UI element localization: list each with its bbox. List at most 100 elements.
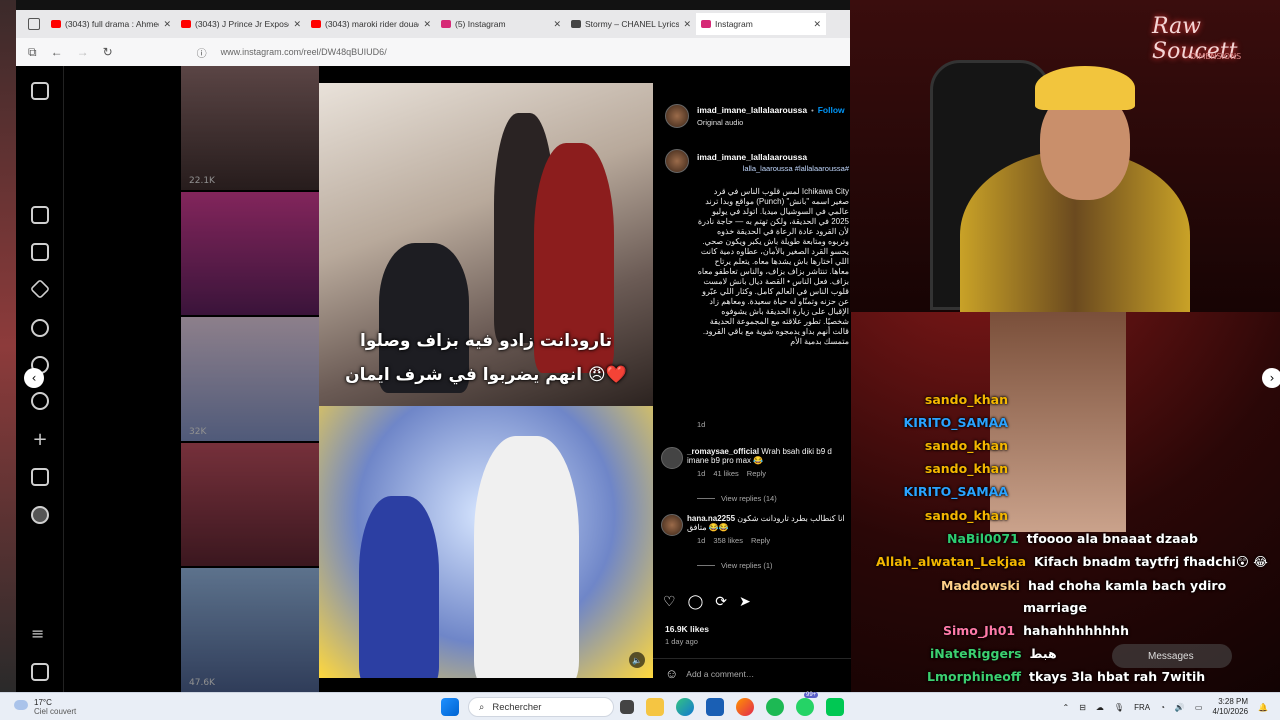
site-info-icon[interactable]: ⓘ (197, 45, 207, 60)
emoji-icon[interactable]: ☺ (665, 666, 678, 681)
browser-tab[interactable]: (3043) J Prince Jr Exposed ✕ (176, 13, 306, 35)
next-arrow-icon[interactable]: › (1262, 368, 1280, 388)
reply-button[interactable]: Reply (747, 469, 766, 478)
tab-bar: (3043) full drama : Ahmed ✕ (3043) J Prin… (16, 10, 851, 38)
direct-messages-icon[interactable] (29, 278, 51, 300)
audio-label[interactable]: Original audio (697, 118, 743, 127)
close-tab-icon[interactable]: ✕ (683, 19, 691, 30)
firefox-icon[interactable] (736, 698, 754, 716)
network-icon[interactable]: ⊟ (1079, 703, 1086, 712)
more-menu-icon[interactable]: ≡ (31, 626, 49, 644)
commenter-avatar[interactable] (661, 514, 683, 536)
url-field[interactable]: www.instagram.com/reel/DW48qBUIUD6/ (221, 47, 387, 57)
mute-icon[interactable]: 🔈 (629, 652, 645, 668)
clock-time: 3:28 PM (1218, 697, 1249, 706)
reload-icon[interactable]: ↻ (103, 45, 113, 59)
browser-tab[interactable]: (5) Instagram ✕ (436, 13, 566, 35)
clock[interactable]: 3:28 PM 4/10/2026 (1212, 697, 1248, 717)
post-actions: ♡ ◯ ⟳ ➤ (663, 593, 751, 610)
browser-tab-active[interactable]: Instagram ✕ (696, 13, 826, 35)
battery-icon[interactable]: ▭ (1195, 703, 1203, 712)
spotify-icon[interactable] (766, 698, 784, 716)
author-username[interactable]: imad_imane_lallalaaroussa (697, 105, 807, 115)
chat-message: sando_khan (925, 461, 1016, 476)
browser-tab[interactable]: Stormy – CHANEL Lyrics | ✕ (566, 13, 696, 35)
author-avatar[interactable] (665, 104, 689, 128)
add-comment-input[interactable]: Add a comment… (686, 669, 754, 679)
comment-icon[interactable]: ◯ (688, 593, 704, 610)
follow-button[interactable]: Follow (818, 105, 845, 115)
whatsapp-icon[interactable]: 99+ (796, 692, 819, 716)
back-icon[interactable]: ← (51, 45, 63, 59)
likes-count[interactable]: 16.9K likes (665, 624, 709, 634)
start-button-icon[interactable] (441, 698, 459, 716)
clock-date: 4/10/2026 (1212, 707, 1249, 716)
search-icon[interactable] (31, 319, 49, 337)
close-tab-icon[interactable]: ✕ (553, 19, 561, 30)
caption-time: 1d (697, 420, 706, 429)
taskbar-search[interactable]: ⌕ Rechercher (468, 697, 614, 717)
weather-widget[interactable]: 17°C Ciel couvert (14, 698, 76, 716)
youtube-icon (311, 20, 321, 28)
sidebar-toggle-icon[interactable]: ⧉ (28, 45, 37, 60)
commenter-avatar[interactable] (661, 447, 683, 469)
comment: _romaysae_official Wrah bsah diki b9 d i… (661, 447, 847, 503)
browser-tab[interactable]: (3043) full drama : Ahmed ✕ (46, 13, 176, 35)
close-tab-icon[interactable]: ✕ (163, 19, 171, 30)
wifi-icon[interactable]: ◔ (1160, 703, 1165, 712)
obs-app-icon[interactable] (826, 698, 844, 716)
close-tab-icon[interactable]: ✕ (423, 19, 431, 30)
file-explorer-icon[interactable] (646, 698, 664, 716)
search-label: Rechercher (492, 701, 542, 713)
like-icon[interactable]: ♡ (663, 593, 676, 610)
comment-username[interactable]: hana.na2255 (687, 514, 735, 523)
close-tab-icon[interactable]: ✕ (813, 19, 821, 30)
messages-label: Messages (1148, 650, 1194, 662)
caption-author[interactable]: imad_imane_lallalaaroussa (697, 152, 807, 162)
profile-avatar[interactable] (31, 506, 49, 524)
caption-author-avatar[interactable] (665, 149, 689, 173)
comment-username[interactable]: _romaysae_official (687, 447, 759, 456)
notifications-bell-icon[interactable]: 🔔 (1258, 703, 1268, 712)
instagram-icon (701, 20, 711, 28)
youtube-icon (181, 20, 191, 28)
share-icon[interactable]: ➤ (739, 593, 751, 610)
language-indicator[interactable]: FRA (1134, 703, 1150, 712)
chat-username: Maddowski (941, 578, 1020, 593)
cloud-sync-icon[interactable]: ☁ (1096, 703, 1104, 712)
search-icon: ⌕ (479, 701, 485, 713)
forward-icon[interactable]: → (77, 45, 89, 59)
reel-video[interactable]: تارودانت زادو فيه بزاف وصلوا انهم يضربوا… (319, 83, 653, 678)
reels-icon[interactable] (31, 243, 49, 261)
reply-button[interactable]: Reply (751, 536, 770, 545)
meta-apps-icon[interactable] (31, 663, 49, 681)
notifications-icon[interactable] (31, 392, 49, 410)
edge-icon[interactable] (676, 698, 694, 716)
comment-likes[interactable]: 358 likes (713, 536, 743, 545)
store-icon[interactable] (706, 698, 724, 716)
microphone-icon[interactable]: 🎙 (1114, 703, 1124, 712)
messages-button[interactable]: Messages (1112, 644, 1232, 668)
chat-username: Simo_Jh01 (943, 623, 1016, 638)
volume-icon[interactable]: 🔊 (1175, 703, 1185, 712)
close-tab-icon[interactable]: ✕ (293, 19, 301, 30)
dashboard-icon[interactable] (31, 468, 49, 486)
home-icon[interactable] (31, 206, 49, 224)
video-caption-line-1: تارودانت زادو فيه بزاف وصلوا (360, 331, 612, 351)
create-icon[interactable]: + (31, 431, 49, 449)
tab-actions-icon[interactable] (28, 18, 40, 30)
task-view-icon[interactable] (620, 700, 634, 714)
comment-likes[interactable]: 41 likes (713, 469, 738, 478)
repost-icon[interactable]: ⟳ (715, 593, 727, 610)
chat-message: sando_khan (925, 392, 1016, 407)
browser-tab[interactable]: (3043) maroki rider douae ✕ (306, 13, 436, 35)
chat-username: Lmorphineoff (927, 669, 1021, 684)
caption-body: Ichikawa City لمس قلوب الناس في قرد صغير… (697, 187, 849, 346)
view-replies-button[interactable]: View replies (1) (697, 561, 847, 570)
caption-hashtags[interactable]: #lalla_laaroussa #lallalaaroussa (697, 164, 849, 173)
view-replies-button[interactable]: View replies (14) (697, 494, 847, 503)
instagram-logo-icon[interactable] (31, 82, 49, 100)
chevron-up-icon[interactable]: ⌃ (1063, 703, 1070, 712)
previous-arrow-icon[interactable]: ‹ (24, 368, 44, 388)
chat-text: tkays 3la hbat rah 7witih (1028, 669, 1206, 684)
